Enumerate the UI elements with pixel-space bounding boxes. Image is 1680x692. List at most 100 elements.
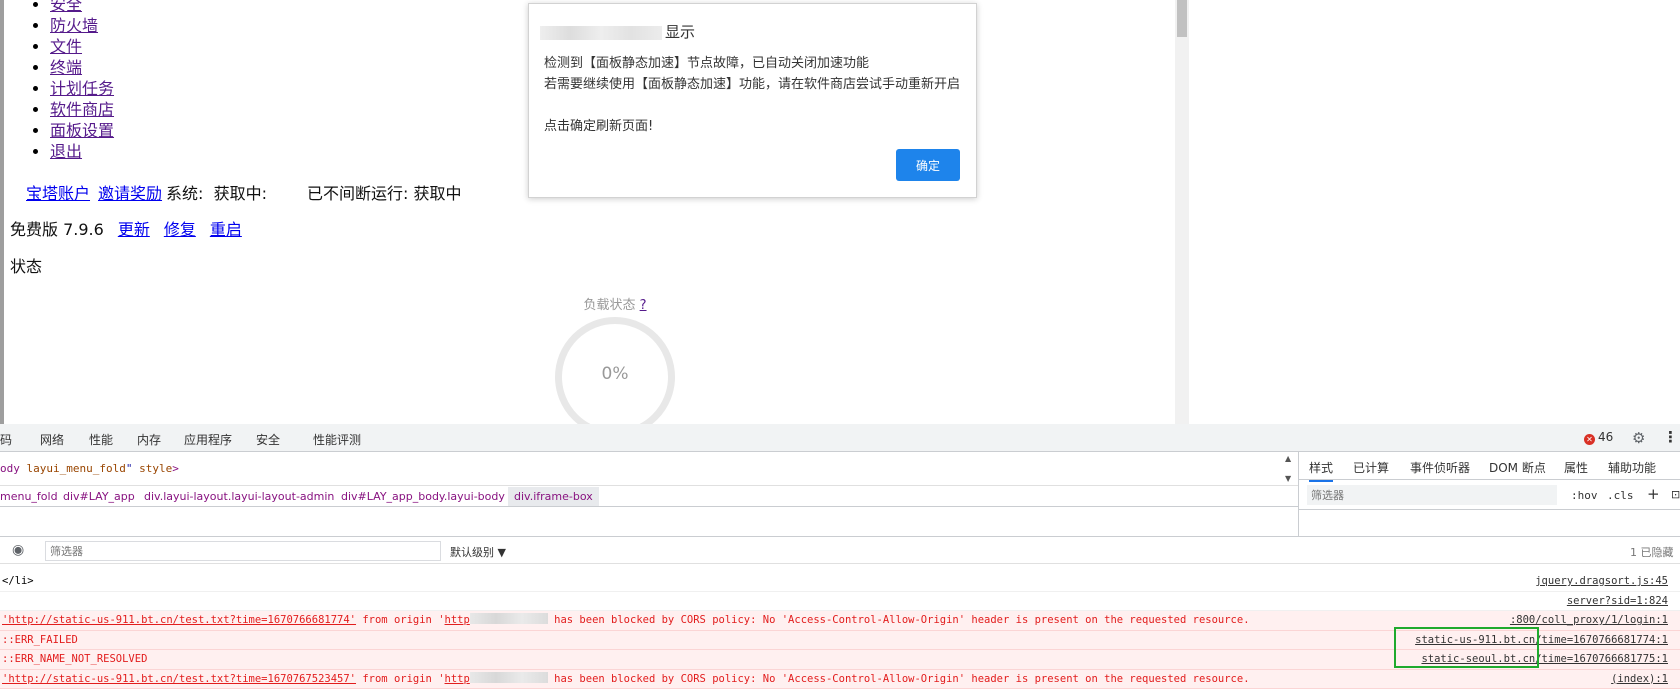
left-edge-strip bbox=[0, 0, 4, 424]
hov-toggle[interactable]: :hov bbox=[1571, 489, 1598, 502]
confirm-button[interactable]: 确定 bbox=[896, 149, 960, 181]
console-source-link[interactable]: (index):1 bbox=[1611, 670, 1668, 689]
nav-link-files[interactable]: 文件 bbox=[50, 37, 82, 56]
dialog-body: 检测到【面板静态加速】节点故障，已自动关闭加速功能 若需要继续使用【面板静态加速… bbox=[544, 53, 960, 137]
redacted-title-prefix bbox=[540, 26, 662, 40]
load-gauge: 0% bbox=[555, 317, 675, 424]
status-heading: 状态 bbox=[10, 257, 43, 276]
console-toolbar: ◉ 默认级别 ▼ 1 已隐藏 bbox=[0, 536, 1680, 564]
styles-filter-input[interactable] bbox=[1307, 485, 1557, 505]
gear-icon[interactable]: ⚙ bbox=[1632, 429, 1645, 447]
page-scrollbar-thumb[interactable] bbox=[1177, 0, 1187, 37]
nav-list: 安全 防火墙 文件 终端 计划任务 软件商店 面板设置 退出 bbox=[50, 0, 114, 162]
console-filter-input[interactable] bbox=[45, 541, 441, 561]
tab-application[interactable]: 应用程序 bbox=[184, 431, 232, 448]
origin-link[interactable]: http bbox=[445, 614, 470, 626]
console-message: ::ERR_NAME_NOT_RESOLVED bbox=[2, 653, 148, 665]
version-line: 免费版 7.9.6 更新 修复 重启 bbox=[10, 216, 250, 240]
request-url-link[interactable]: 'http://static-us-911.bt.cn/test.txt?tim… bbox=[2, 614, 356, 626]
crumb-item[interactable]: div#LAY_app_body.layui-body bbox=[341, 490, 505, 503]
nav-link-security[interactable]: 安全 bbox=[50, 0, 82, 14]
system-label: 系统: bbox=[166, 184, 204, 203]
invite-link[interactable]: 邀请奖励 bbox=[98, 184, 162, 203]
tab-event-listeners[interactable]: 事件侦听器 bbox=[1410, 459, 1470, 476]
console-source-link[interactable]: jquery.dragsort.js:45 bbox=[1535, 572, 1668, 591]
dialog-title: 显示 bbox=[665, 23, 696, 41]
console-source-link[interactable]: server?sid=1:824 bbox=[1567, 592, 1668, 611]
element-attr: style bbox=[139, 462, 173, 475]
crumb-item[interactable]: div#LAY_app bbox=[63, 490, 135, 503]
console-message: ::ERR_FAILED bbox=[2, 633, 78, 646]
tab-accessibility[interactable]: 辅助功能 bbox=[1608, 459, 1656, 476]
element-class-value: layui_menu_fold bbox=[26, 462, 126, 475]
account-line: 宝塔账户 邀请奖励 系统: 获取中: 已不间断运行: 获取中 bbox=[26, 180, 462, 204]
dialog-line: 点击确定刷新页面! bbox=[544, 119, 654, 134]
console-message: 'http://static-us-911.bt.cn/test.txt?tim… bbox=[2, 611, 1250, 630]
uptime-label: 已不间断运行: bbox=[307, 184, 409, 203]
nav-link-logout[interactable]: 退出 bbox=[50, 142, 82, 161]
tab-sources[interactable]: 代码 bbox=[0, 431, 12, 448]
nav-link-settings[interactable]: 面板设置 bbox=[50, 121, 114, 140]
tab-performance[interactable]: 性能 bbox=[89, 431, 113, 448]
styles-bottom-divider bbox=[1299, 509, 1680, 510]
tab-memory[interactable]: 内存 bbox=[137, 431, 161, 448]
nav-link-firewall[interactable]: 防火墙 bbox=[50, 16, 98, 35]
crumb-item[interactable]: div.layui-layout.layui-layout-admin bbox=[144, 490, 334, 503]
message-text: from origin ' bbox=[356, 672, 445, 685]
cls-toggle[interactable]: .cls bbox=[1607, 489, 1634, 502]
plus-icon[interactable]: + bbox=[1647, 485, 1660, 503]
nav-link-store[interactable]: 软件商店 bbox=[50, 100, 114, 119]
scroll-down-icon[interactable]: ▼ bbox=[1285, 474, 1291, 483]
account-link[interactable]: 宝塔账户 bbox=[26, 184, 90, 203]
nav-item-files: 文件 bbox=[50, 36, 114, 57]
console-error-row: 'http://static-us-911.bt.cn/test.txt?tim… bbox=[0, 669, 1680, 689]
crumb-item-selected[interactable]: div.iframe-box bbox=[508, 487, 599, 506]
alert-dialog: 显示 检测到【面板静态加速】节点故障，已自动关闭加速功能 若需要继续使用【面板静… bbox=[528, 3, 977, 198]
more-vert-icon[interactable]: ⋮ bbox=[1663, 428, 1678, 446]
error-count: 46 bbox=[1598, 430, 1614, 444]
redacted-origin bbox=[469, 613, 548, 624]
page-area: 安全 防火墙 文件 终端 计划任务 软件商店 面板设置 退出 宝塔账户邀请奖励系… bbox=[0, 0, 1680, 424]
nav-item-cron: 计划任务 bbox=[50, 78, 114, 99]
crumb-item[interactable]: menu_fold bbox=[0, 490, 58, 503]
dialog-line: 若需要继续使用【面板静态加速】功能，请在软件商店尝试手动重新开启 bbox=[544, 77, 961, 92]
nav-item-firewall: 防火墙 bbox=[50, 15, 114, 36]
scroll-up-icon[interactable]: ▲ bbox=[1285, 454, 1291, 463]
console-row: server?sid=1:824 bbox=[0, 592, 1680, 611]
tab-network[interactable]: 网络 bbox=[40, 431, 64, 448]
message-text: has been blocked by CORS policy: No 'Acc… bbox=[547, 614, 1250, 626]
log-level-select[interactable]: 默认级别 ▼ bbox=[450, 544, 506, 560]
system-value: 获取中: bbox=[213, 184, 268, 203]
nav-item-settings: 面板设置 bbox=[50, 120, 114, 141]
hidden-count: 1 已隐藏 bbox=[1630, 546, 1674, 559]
restart-link[interactable]: 重启 bbox=[210, 220, 242, 239]
tab-security[interactable]: 安全 bbox=[256, 431, 280, 448]
eye-icon[interactable]: ◉ bbox=[12, 542, 24, 558]
error-count-badge[interactable]: ✕ 46 bbox=[1584, 430, 1613, 445]
load-status-title: 负载状态 ? bbox=[520, 294, 710, 313]
dialog-line bbox=[544, 95, 960, 116]
error-icon: ✕ bbox=[1584, 434, 1595, 445]
element-close: > bbox=[172, 462, 179, 475]
update-link[interactable]: 更新 bbox=[118, 220, 150, 239]
message-text: from origin ' bbox=[356, 614, 445, 626]
request-url-link[interactable]: 'http://static-us-911.bt.cn/test.txt?tim… bbox=[2, 673, 356, 685]
nav-link-cron[interactable]: 计划任务 bbox=[50, 79, 114, 98]
repair-link[interactable]: 修复 bbox=[164, 220, 196, 239]
load-status-label: 负载状态 bbox=[583, 298, 636, 313]
page-scrollbar[interactable] bbox=[1175, 0, 1189, 424]
tab-computed[interactable]: 已计算 bbox=[1353, 459, 1389, 476]
message-text: has been blocked by CORS policy: No 'Acc… bbox=[547, 672, 1250, 685]
nav-item-store: 软件商店 bbox=[50, 99, 114, 120]
load-help-link[interactable]: ? bbox=[640, 298, 647, 313]
tab-properties[interactable]: 属性 bbox=[1564, 459, 1588, 476]
element-source-line[interactable]: ody layui_menu_fold" style> bbox=[0, 462, 179, 475]
tab-lighthouse[interactable]: 性能评测 bbox=[313, 431, 361, 448]
origin-link[interactable]: http bbox=[445, 673, 470, 685]
annotation-highlight-box bbox=[1394, 627, 1539, 668]
dom-breadcrumbs: menu_fold div#LAY_app div.layui-layout.l… bbox=[0, 485, 1298, 507]
nav-link-terminal[interactable]: 终端 bbox=[50, 58, 82, 77]
nav-item-terminal: 终端 bbox=[50, 57, 114, 78]
sidebar-toggle-icon[interactable]: ⊡ bbox=[1671, 488, 1680, 501]
tab-dom-breakpoints[interactable]: DOM 断点 bbox=[1489, 459, 1546, 476]
